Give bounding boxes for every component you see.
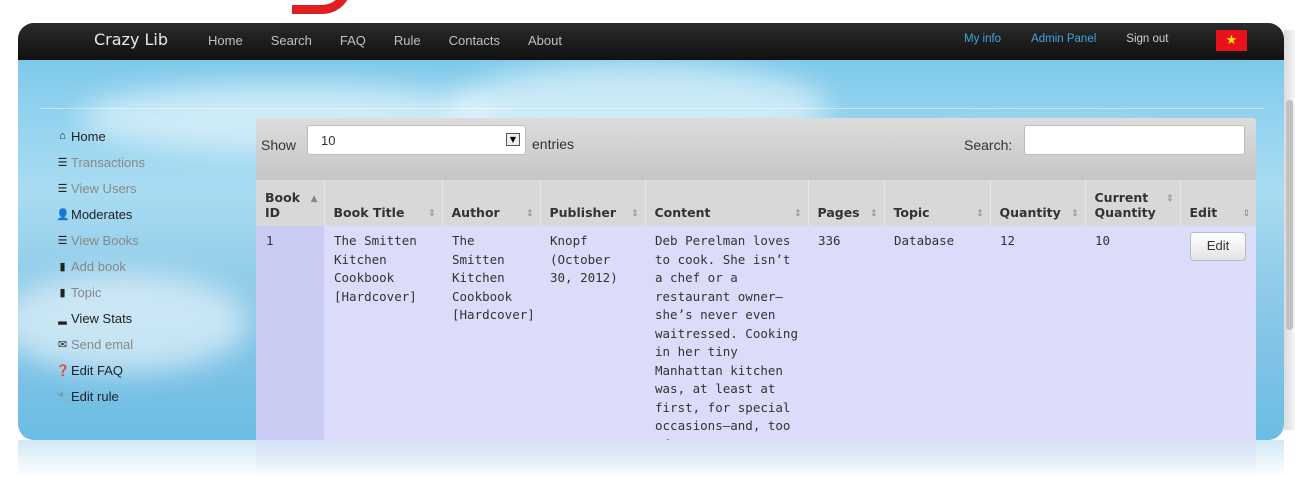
cell-quantity: 12 xyxy=(1000,233,1016,248)
sidebar-item-label: Edit FAQ xyxy=(71,362,124,378)
entries-label: entries xyxy=(532,136,575,152)
wrench-icon: 🔧 xyxy=(56,390,70,403)
nav-contacts[interactable]: Contacts xyxy=(449,33,500,48)
top-navbar: Crazy Lib Home Search FAQ Rule Contacts … xyxy=(18,23,1284,60)
edit-button[interactable]: Edit xyxy=(1190,232,1246,261)
sort-icon: ⇕ xyxy=(427,209,436,219)
book-icon: ▮ xyxy=(59,260,66,273)
search-input[interactable] xyxy=(1024,125,1245,155)
nav-about[interactable]: About xyxy=(528,33,562,48)
cell-edit: Edit xyxy=(1180,226,1256,440)
sidebar-item-label: Edit rule xyxy=(71,388,119,404)
col-header-pages[interactable]: Pages ⇕ xyxy=(807,180,884,226)
sidebar-item-send-email[interactable]: ✉ Send emal xyxy=(56,331,145,357)
col-header-topic[interactable]: Topic ⇕ xyxy=(883,180,990,226)
home-icon: ⌂ xyxy=(59,130,66,142)
vietnam-flag-icon[interactable]: ★ xyxy=(1216,30,1247,51)
entries-select-value: 10 xyxy=(321,133,336,148)
sort-icon: ⇕ xyxy=(1242,209,1250,219)
divider xyxy=(40,108,1265,109)
window-reflection xyxy=(18,440,1284,477)
user-nav: My info Admin Panel Sign out xyxy=(964,33,1199,45)
col-header-content[interactable]: Content ⇕ xyxy=(644,180,808,226)
sidebar-item-label: Home xyxy=(71,128,106,144)
envelope-icon: ✉ xyxy=(57,338,68,351)
col-header-publisher[interactable]: Publisher ⇕ xyxy=(539,180,645,226)
sort-icon: ⇕ xyxy=(793,209,802,219)
main-nav: Home Search FAQ Rule Contacts About xyxy=(208,33,590,48)
sidebar-item-view-stats[interactable]: ▂ View Stats xyxy=(56,305,145,331)
sort-icon: ⇕ xyxy=(630,209,639,219)
decorative-red-mark xyxy=(292,0,352,14)
table-header-row: Book ID ▲ Book Title ⇕ Author ⇕ Publisher ⇕ … xyxy=(256,180,1256,226)
nav-faq[interactable]: FAQ xyxy=(340,33,366,48)
books-table-panel: Show 10 ▼ entries Search: Book ID ▲ Book … xyxy=(256,118,1256,440)
cell-current-quantity: 10 xyxy=(1095,233,1111,248)
cell-book-id: 1 xyxy=(256,226,324,440)
panel-reflection xyxy=(256,440,1256,477)
sort-icon: ⇕ xyxy=(869,209,878,219)
nav-admin-panel[interactable]: Admin Panel xyxy=(1031,33,1096,45)
sort-icon: ⇕ xyxy=(975,209,984,219)
chevron-down-icon[interactable]: ▼ xyxy=(506,133,520,146)
cell-author: The Smitten Kitchen Cookbook [Hardcover] xyxy=(452,233,535,322)
col-header-book-id[interactable]: Book ID ▲ xyxy=(256,180,324,226)
nav-home[interactable]: Home xyxy=(208,33,243,48)
brand-logo[interactable]: Crazy Lib xyxy=(94,30,168,49)
cell-topic: Database xyxy=(894,233,955,248)
sidebar-item-edit-faq[interactable]: ❓ Edit FAQ xyxy=(56,357,145,383)
sort-icon: ⇕ xyxy=(1070,209,1079,219)
scrollbar-thumb[interactable] xyxy=(1286,100,1293,330)
col-header-edit[interactable]: Edit ⇕ xyxy=(1179,180,1256,226)
sidebar-item-label: Send emal xyxy=(71,336,134,352)
list-icon: ☰ xyxy=(57,234,68,247)
table-row: 1 The Smitten Kitchen Cookbook [Hardcove… xyxy=(256,226,1256,440)
nav-my-info[interactable]: My info xyxy=(964,33,1001,45)
nav-rule[interactable]: Rule xyxy=(394,33,421,48)
question-icon: ❓ xyxy=(56,364,70,377)
cell-pages: 336 xyxy=(818,233,841,248)
books-table: Book ID ▲ Book Title ⇕ Author ⇕ Publisher ⇕ … xyxy=(256,180,1256,440)
sort-icon: ⇕ xyxy=(525,209,534,219)
sidebar-item-transactions[interactable]: ☰ Transactions xyxy=(56,149,145,175)
col-header-book-title[interactable]: Book Title ⇕ xyxy=(323,180,442,226)
app-window: Crazy Lib Home Search FAQ Rule Contacts … xyxy=(18,23,1284,440)
col-header-current-quantity[interactable]: Current Quantity ⇕ xyxy=(1084,180,1180,226)
col-header-quantity[interactable]: Quantity ⇕ xyxy=(989,180,1085,226)
search-label: Search: xyxy=(964,137,1013,153)
sidebar-item-label: View Users xyxy=(71,180,137,196)
sidebar-item-label: Transactions xyxy=(71,154,145,170)
sort-asc-icon: ▲ xyxy=(310,194,318,204)
user-icon: 👤 xyxy=(56,208,70,221)
sidebar-item-view-books[interactable]: ☰ View Books xyxy=(56,227,145,253)
sidebar-item-home[interactable]: ⌂ Home xyxy=(56,123,145,149)
sidebar: ⌂ Home ☰ Transactions ☰ View Users 👤 Moderat… xyxy=(56,123,145,409)
list-icon: ☰ xyxy=(57,182,68,195)
col-header-author[interactable]: Author ⇕ xyxy=(441,180,540,226)
nav-sign-out[interactable]: Sign out xyxy=(1126,33,1168,45)
sidebar-item-add-book[interactable]: ▮ Add book xyxy=(56,253,145,279)
entries-select[interactable]: 10 ▼ xyxy=(307,125,526,155)
table-toolbar: Show 10 ▼ entries Search: xyxy=(256,118,1256,180)
nav-search[interactable]: Search xyxy=(271,33,312,48)
cell-content: Deb Perelman loves to cook. She isn’t a … xyxy=(655,233,798,440)
sort-icon: ⇕ xyxy=(1165,194,1174,204)
sidebar-item-label: Moderates xyxy=(71,206,133,222)
cell-publisher: Knopf (October 30, 2012) xyxy=(550,233,618,285)
sidebar-item-topic[interactable]: ▮ Topic xyxy=(56,279,145,305)
sidebar-item-view-users[interactable]: ☰ View Users xyxy=(56,175,145,201)
sidebar-item-moderates[interactable]: 👤 Moderates xyxy=(56,201,145,227)
sidebar-item-label: Add book xyxy=(71,258,126,274)
signal-icon: ▂ xyxy=(58,312,67,325)
sidebar-item-label: Topic xyxy=(71,284,102,300)
scrollbar[interactable] xyxy=(1284,30,1295,430)
sidebar-item-label: View Stats xyxy=(71,310,133,326)
show-label: Show xyxy=(261,137,297,153)
book-icon: ▮ xyxy=(59,286,66,299)
list-icon: ☰ xyxy=(57,156,68,169)
sidebar-item-label: View Books xyxy=(71,232,139,248)
cell-title: The Smitten Kitchen Cookbook [Hardcover] xyxy=(334,233,417,304)
sidebar-item-edit-rule[interactable]: 🔧 Edit rule xyxy=(56,383,145,409)
